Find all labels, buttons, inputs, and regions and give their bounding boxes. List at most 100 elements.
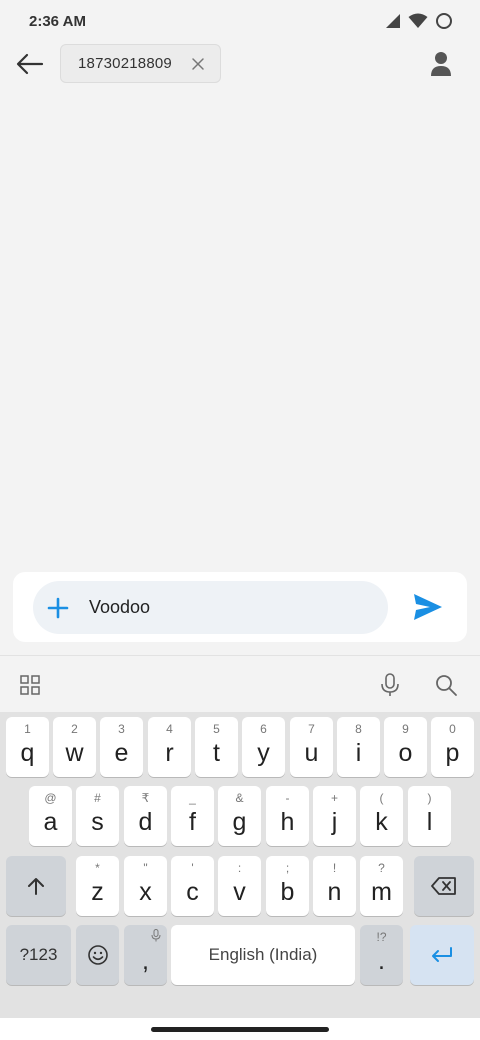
space-key-content: English (India): [171, 925, 355, 985]
contact-icon: [431, 52, 451, 76]
key-label: b: [280, 878, 295, 906]
symbols-key-content: ?123: [6, 925, 71, 985]
key-b[interactable]: ; b: [266, 856, 309, 916]
key-g[interactable]: & g: [218, 786, 261, 846]
key-label: c: [186, 878, 199, 906]
key-hint: 6: [260, 722, 267, 736]
key-h[interactable]: -h: [266, 786, 309, 846]
microphone-icon: [151, 929, 161, 942]
key-label: l: [426, 808, 433, 836]
key-hint: 1: [24, 722, 31, 736]
message-text: Voodoo: [89, 597, 151, 617]
key-x[interactable]: " x: [124, 856, 167, 916]
key-u[interactable]: 7u: [290, 717, 333, 777]
space-key-label: English (India): [208, 945, 318, 964]
emoji-key[interactable]: [76, 925, 119, 985]
key-hint: ): [427, 791, 432, 805]
keyboard-search-button[interactable]: [433, 672, 459, 698]
keyboard-menu-button[interactable]: [17, 672, 43, 698]
back-arrow-icon: [16, 53, 44, 75]
key-t[interactable]: 5t: [195, 717, 238, 777]
close-icon[interactable]: [191, 57, 205, 71]
key-label: v: [233, 878, 246, 906]
key-hint: #: [94, 791, 101, 805]
period-key[interactable]: !? .: [360, 925, 403, 985]
key-hint: ₹: [141, 791, 150, 805]
key-label: m: [371, 878, 392, 906]
keyboard: 1q 2w 3e 4r 5t 6y 7u 8i 9o 0p @ a # s ₹ d _…: [0, 712, 480, 1018]
symbols-key-label: ?123: [19, 945, 58, 964]
key-label: i: [355, 739, 362, 767]
keyboard-toolbar: [0, 655, 480, 712]
key-i[interactable]: 8i: [337, 717, 380, 777]
key-p[interactable]: 0p: [431, 717, 474, 777]
status-bar: 2:36 AM: [0, 0, 480, 42]
search-icon: [436, 675, 457, 696]
home-gesture-handle[interactable]: [151, 1027, 329, 1032]
shift-key[interactable]: [6, 856, 66, 916]
key-v[interactable]: :v: [218, 856, 261, 916]
key-hint: 7: [308, 722, 315, 736]
key-label: e: [114, 739, 129, 767]
emoji-key-content: [76, 925, 119, 985]
microphone-icon: [381, 673, 399, 696]
key-hint: !: [332, 861, 337, 875]
key-hint: ?: [378, 861, 385, 875]
key-q[interactable]: 1q: [6, 717, 49, 777]
key-label: s: [91, 808, 104, 836]
key-label: u: [304, 739, 319, 767]
key-hint: 3: [118, 722, 125, 736]
key-label: d: [138, 808, 153, 836]
key-label: w: [65, 739, 84, 767]
send-button[interactable]: [413, 593, 443, 621]
add-attachment-icon[interactable]: [46, 596, 70, 620]
backspace-icon: [431, 877, 456, 895]
key-hint: @: [44, 791, 57, 805]
key-hint: +: [330, 791, 338, 805]
key-l[interactable]: ) l: [408, 786, 451, 846]
voice-input-button[interactable]: [377, 672, 403, 698]
key-e[interactable]: 3e: [100, 717, 143, 777]
key-label: o: [398, 739, 413, 767]
key-c[interactable]: ' c: [171, 856, 214, 916]
key-s[interactable]: # s: [76, 786, 119, 846]
message-input[interactable]: Voodoo: [33, 581, 388, 634]
status-time: 2:36 AM: [29, 13, 86, 30]
signal-icon: [386, 14, 400, 28]
key-label: t: [213, 739, 220, 767]
key-a[interactable]: @ a: [29, 786, 72, 846]
key-label: k: [375, 808, 388, 836]
key-r[interactable]: 4r: [148, 717, 191, 777]
key-y[interactable]: 6y: [242, 717, 285, 777]
contact-button[interactable]: [428, 50, 454, 78]
key-k[interactable]: (k: [360, 786, 403, 846]
space-key[interactable]: English (India): [171, 925, 355, 985]
symbols-key[interactable]: ?123: [6, 925, 71, 985]
key-hint: 0: [449, 722, 456, 736]
key-o[interactable]: 9o: [384, 717, 427, 777]
key-hint: ": [143, 861, 148, 875]
key-label: f: [189, 808, 196, 836]
enter-key[interactable]: [410, 925, 474, 985]
key-j[interactable]: + j: [313, 786, 356, 846]
key-f[interactable]: _ f: [171, 786, 214, 846]
key-label: x: [139, 878, 152, 906]
recipient-number: 18730218809: [78, 55, 172, 72]
wifi-icon: [408, 13, 428, 28]
comma-key[interactable]: ,: [124, 925, 167, 985]
key-d[interactable]: ₹ d: [124, 786, 167, 846]
key-z[interactable]: * z: [76, 856, 119, 916]
key-hint: 8: [355, 722, 362, 736]
key-hint: *: [95, 861, 100, 875]
back-button[interactable]: [14, 50, 46, 78]
key-w[interactable]: 2w: [53, 717, 96, 777]
send-icon: [414, 594, 442, 620]
key-m[interactable]: ? m: [360, 856, 403, 916]
enter-icon: [432, 947, 452, 962]
recipient-chip[interactable]: 18730218809: [60, 44, 221, 83]
backspace-key[interactable]: [414, 856, 474, 916]
emoji-icon: [87, 945, 108, 965]
enter-key-content: [410, 925, 474, 985]
key-n[interactable]: ! n: [313, 856, 356, 916]
key-label: j: [331, 808, 338, 836]
